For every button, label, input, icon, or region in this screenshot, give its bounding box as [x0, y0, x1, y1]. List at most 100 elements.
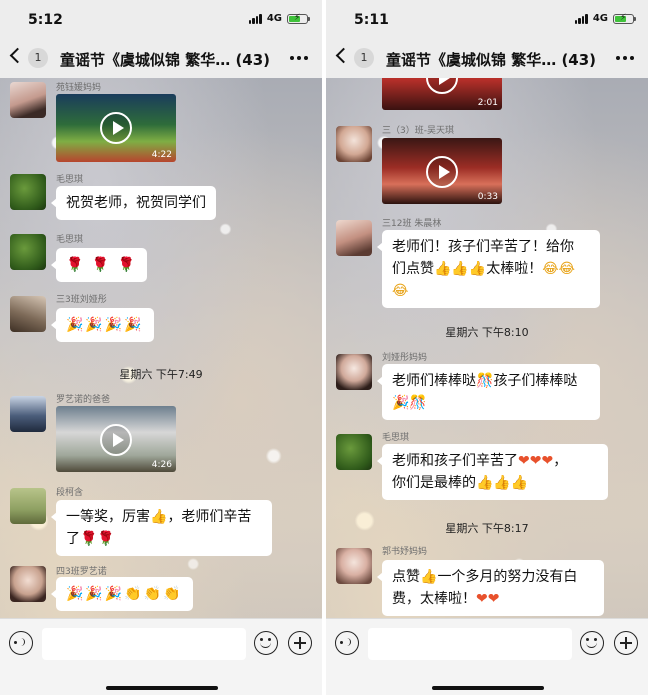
unread-badge[interactable]: 1 — [28, 48, 48, 68]
status-bar: 5:11 4G ⚡ — [326, 0, 648, 40]
video-duration: 4:26 — [151, 460, 172, 470]
status-bar: 5:12 4G ⚡ — [0, 0, 322, 40]
avatar[interactable] — [336, 434, 372, 470]
message-text: 老师们棒棒哒 — [392, 373, 476, 389]
avatar[interactable] — [10, 234, 46, 270]
thumbs-up-icon: 👍 — [150, 509, 168, 525]
message-bubble[interactable]: 一等奖，厉害👍，老师们辛苦 了🌹🌹 — [51, 500, 272, 556]
message-text: 孩子们棒棒哒 — [493, 373, 578, 389]
voice-icon[interactable] — [9, 631, 33, 655]
chat-nav-bar: 1 童谣节《虞城似锦 繁华… (43) — [326, 40, 648, 78]
sender-name: 毛思琪 — [56, 175, 84, 185]
heart-icon: ❤❤ — [476, 591, 500, 607]
sender-name: 三（3）班-吴天琪 — [382, 126, 454, 136]
thumbs-up-icon: 👍 — [420, 569, 438, 585]
battery-icon: ⚡ — [287, 13, 310, 24]
sender-name: 毛思琪 — [56, 235, 84, 245]
message-text: 一个多月的努力没有白 — [437, 569, 578, 585]
message-bubble[interactable]: 老师和孩子们辛苦了❤❤❤， 你们是最棒的👍👍👍 — [377, 444, 608, 500]
video-message[interactable]: 2:01 — [382, 78, 502, 110]
unread-badge[interactable]: 1 — [354, 48, 374, 68]
screenshot-canvas: 5:12 4G ⚡ 1 童谣节《虞城似锦 繁华… (43) 苑钰媛妈妈 4:22… — [0, 0, 648, 695]
battery-icon: ⚡ — [613, 13, 636, 24]
sender-name: 三3班刘娅彤 — [56, 295, 107, 305]
status-indicators: 4G ⚡ — [574, 13, 636, 24]
chat-area[interactable]: 苑钰媛妈妈 4:22 毛思琪 祝贺老师，祝贺同学们 毛思琪 🌹 🌹 🌹 三3班刘… — [0, 78, 322, 618]
message-input[interactable] — [42, 628, 246, 660]
home-indicator[interactable] — [432, 686, 544, 690]
message-input[interactable] — [368, 628, 572, 660]
message-bubble[interactable]: 老师们！孩子们辛苦了！给你 们点赞👍👍👍太棒啦！😂😂 😂 — [377, 230, 600, 308]
plus-icon[interactable] — [288, 631, 312, 655]
video-message[interactable]: 4:22 — [56, 94, 176, 162]
sender-name: 刘娅彤妈妈 — [382, 353, 428, 363]
message-bubble[interactable]: 祝贺老师，祝贺同学们 — [51, 186, 216, 220]
avatar[interactable] — [336, 354, 372, 390]
avatar[interactable] — [10, 488, 46, 524]
message-bubble[interactable]: 🌹 🌹 🌹 — [50, 248, 148, 282]
voice-icon[interactable] — [335, 631, 359, 655]
plus-icon[interactable] — [614, 631, 638, 655]
avatar[interactable] — [10, 82, 46, 118]
avatar[interactable] — [10, 174, 46, 210]
play-icon[interactable] — [426, 78, 458, 94]
video-duration: 2:01 — [477, 98, 498, 108]
message-bubble[interactable]: 老师们棒棒哒🎊孩子们棒棒哒 🎉🎊 — [377, 364, 600, 420]
avatar[interactable] — [10, 396, 46, 432]
message-text: 老师们！孩子们辛苦了！给你 — [392, 239, 574, 255]
avatar[interactable] — [10, 566, 46, 602]
time-divider: 星期六 下午8:17 — [445, 522, 529, 535]
status-time: 5:12 — [28, 12, 63, 28]
tears-of-joy-icon: 😂😂 — [542, 261, 576, 277]
sender-name: 三12班 朱晨林 — [382, 219, 442, 229]
message-bubble[interactable]: 点赞👍一个多月的努力没有白 费，太棒啦！❤❤ — [377, 560, 604, 616]
chat-nav-bar: 1 童谣节《虞城似锦 繁华… (43) — [0, 40, 322, 78]
input-bar — [326, 618, 648, 695]
play-icon[interactable] — [426, 156, 458, 188]
chat-title: 童谣节《虞城似锦 繁华… (43) — [60, 51, 271, 69]
avatar[interactable] — [336, 548, 372, 584]
message-text: 了 — [66, 531, 80, 547]
status-indicators: 4G ⚡ — [248, 13, 310, 24]
message-text: 你们是最棒的 — [392, 475, 476, 491]
message-text: 点赞 — [392, 569, 420, 585]
message-text: 老师和孩子们辛苦了 — [392, 453, 518, 469]
emoji-icon[interactable] — [580, 631, 604, 655]
more-icon[interactable] — [290, 56, 308, 60]
video-duration: 4:22 — [151, 150, 172, 160]
sender-name: 郭书妤妈妈 — [382, 547, 428, 557]
chat-area[interactable]: 2:01 三（3）班-吴天琪 0:33 三12班 朱晨林 老师们！孩子们辛苦了！… — [326, 78, 648, 618]
video-message[interactable]: 4:26 — [56, 406, 176, 472]
thumbs-up-icon: 👍👍👍 — [476, 475, 529, 491]
time-divider: 星期六 下午8:10 — [445, 326, 529, 339]
sender-name: 毛思琪 — [382, 433, 410, 443]
time-divider: 星期六 下午7:49 — [119, 368, 203, 381]
sender-name: 苑钰媛妈妈 — [56, 83, 102, 93]
tears-of-joy-icon: 😂 — [392, 283, 409, 299]
home-indicator[interactable] — [106, 686, 218, 690]
message-text: 们点赞 — [392, 261, 434, 277]
video-duration: 0:33 — [477, 192, 498, 202]
avatar[interactable] — [10, 296, 46, 332]
thumbs-up-icon: 👍👍👍 — [434, 261, 487, 277]
chat-title: 童谣节《虞城似锦 繁华… (43) — [386, 51, 597, 69]
play-icon[interactable] — [100, 112, 132, 144]
message-bubble[interactable]: 🎉🎉🎉🎉 — [51, 308, 154, 342]
avatar[interactable] — [336, 220, 372, 256]
status-time: 5:11 — [354, 12, 389, 28]
message-text: 一等奖，厉害 — [66, 509, 150, 525]
emoji-icon[interactable] — [254, 631, 278, 655]
play-icon[interactable] — [100, 424, 132, 456]
video-message[interactable]: 0:33 — [382, 138, 502, 204]
phone-left: 5:12 4G ⚡ 1 童谣节《虞城似锦 繁华… (43) 苑钰媛妈妈 4:22… — [0, 0, 322, 695]
back-icon[interactable] — [335, 47, 352, 64]
more-icon[interactable] — [616, 56, 634, 60]
message-bubble[interactable]: 🎉🎉🎉👏👏👏 — [51, 577, 193, 611]
back-icon[interactable] — [9, 47, 26, 64]
avatar[interactable] — [336, 126, 372, 162]
input-bar — [0, 618, 322, 695]
signal-icon — [574, 13, 588, 24]
sender-name: 段柯含 — [56, 488, 84, 498]
celebration-icon: 🎊 — [476, 373, 494, 389]
celebration-icon: 🎉🎊 — [392, 395, 427, 411]
